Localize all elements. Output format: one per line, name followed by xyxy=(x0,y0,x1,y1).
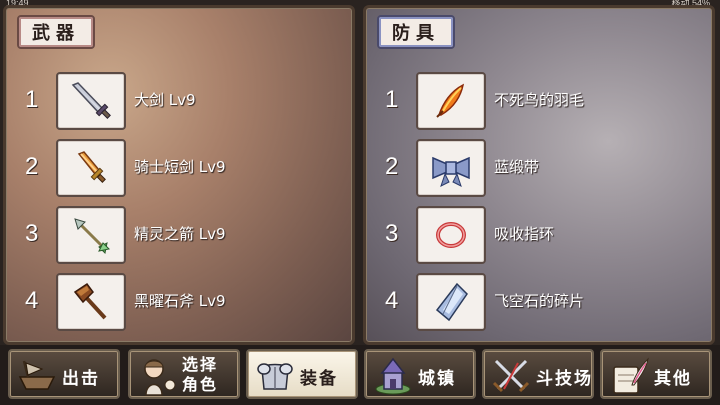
item-frame[interactable] xyxy=(416,273,486,331)
item-frame[interactable] xyxy=(56,273,126,331)
axe-icon xyxy=(73,282,107,320)
nav-label: 斗技场 xyxy=(536,369,593,389)
nav-equip-button[interactable]: 装备 xyxy=(246,349,358,399)
weapon-slot-2[interactable]: 2 骑士短剑 Lv9 xyxy=(6,139,346,197)
armor-icon xyxy=(257,363,293,390)
weapon-slot-1[interactable]: 1 大剑 Lv9 xyxy=(6,72,346,130)
item-name: 骑士短剑 Lv9 xyxy=(134,158,226,176)
ring-icon xyxy=(436,222,466,248)
nav-label: 城镇 xyxy=(418,369,456,389)
item-frame[interactable] xyxy=(56,206,126,264)
item-frame[interactable] xyxy=(416,139,486,197)
slot-number: 3 xyxy=(25,220,39,247)
slot-number: 2 xyxy=(385,153,399,180)
nav-arena-button[interactable]: 斗技场 xyxy=(482,349,594,399)
weapons-panel: 武器 1 大剑 Lv9 2 骑士短剑 Lv9 3 精灵之箭 Lv9 4 黑曜石斧… xyxy=(3,5,355,345)
slot-number: 4 xyxy=(385,287,399,314)
ship-icon xyxy=(18,360,56,390)
weapon-slot-3[interactable]: 3 精灵之箭 Lv9 xyxy=(6,206,346,264)
item-name: 精灵之箭 Lv9 xyxy=(134,225,226,243)
armor-panel: 防具 1 不死鸟的羽毛 2 蓝缎带 3 吸收指环 4 飞空石的碎片 xyxy=(363,5,715,345)
armor-slot-3[interactable]: 3 吸收指环 xyxy=(366,206,706,264)
nav-label-line1: 选择 xyxy=(182,355,219,374)
item-name: 大剑 Lv9 xyxy=(134,91,196,109)
crossed-swords-icon xyxy=(492,359,530,393)
weapon-slot-4[interactable]: 4 黑曜石斧 Lv9 xyxy=(6,273,346,331)
nav-attack-button[interactable]: 出击 xyxy=(8,349,120,399)
item-name: 飞空石的碎片 xyxy=(494,292,585,310)
nav-label: 装备 xyxy=(300,369,338,389)
slot-number: 1 xyxy=(385,86,399,113)
blue-ribbon-icon xyxy=(432,156,470,187)
castle-icon xyxy=(375,357,411,395)
slot-number: 1 xyxy=(25,86,39,113)
item-name: 黑曜石斧 Lv9 xyxy=(134,292,226,310)
item-name: 不死鸟的羽毛 xyxy=(494,91,585,109)
nav-label-line2: 角色 xyxy=(182,375,219,394)
item-frame[interactable] xyxy=(416,206,486,264)
item-name: 蓝缎带 xyxy=(494,158,540,176)
armor-slot-1[interactable]: 1 不死鸟的羽毛 xyxy=(366,72,706,130)
nav-label: 出击 xyxy=(62,369,100,389)
armor-tab[interactable]: 防具 xyxy=(377,15,455,49)
greatsword-icon xyxy=(71,82,111,119)
slot-number: 3 xyxy=(385,220,399,247)
phoenix-feather-icon xyxy=(436,83,465,118)
crystal-shard-icon xyxy=(435,282,468,322)
bottom-nav: 出击 选择 角色 装备 城镇 斗技场 其他 xyxy=(0,345,720,405)
weapons-tab[interactable]: 武器 xyxy=(17,15,95,49)
nav-other-button[interactable]: 其他 xyxy=(600,349,712,399)
scroll-quill-icon xyxy=(613,357,649,394)
slot-number: 2 xyxy=(25,153,39,180)
character-icon xyxy=(144,359,176,396)
item-name: 吸收指环 xyxy=(494,225,555,243)
item-frame[interactable] xyxy=(56,139,126,197)
item-frame[interactable] xyxy=(56,72,126,130)
nav-label-multiline: 选择 角色 xyxy=(182,355,238,395)
armor-slot-2[interactable]: 2 蓝缎带 xyxy=(366,139,706,197)
item-frame[interactable] xyxy=(416,72,486,130)
armor-slot-4[interactable]: 4 飞空石的碎片 xyxy=(366,273,706,331)
slot-number: 4 xyxy=(25,287,39,314)
nav-town-button[interactable]: 城镇 xyxy=(364,349,476,399)
nav-select-character-button[interactable]: 选择 角色 xyxy=(128,349,240,399)
arrow-icon xyxy=(74,218,111,255)
short-sword-icon xyxy=(77,151,106,183)
nav-label: 其他 xyxy=(654,369,692,389)
